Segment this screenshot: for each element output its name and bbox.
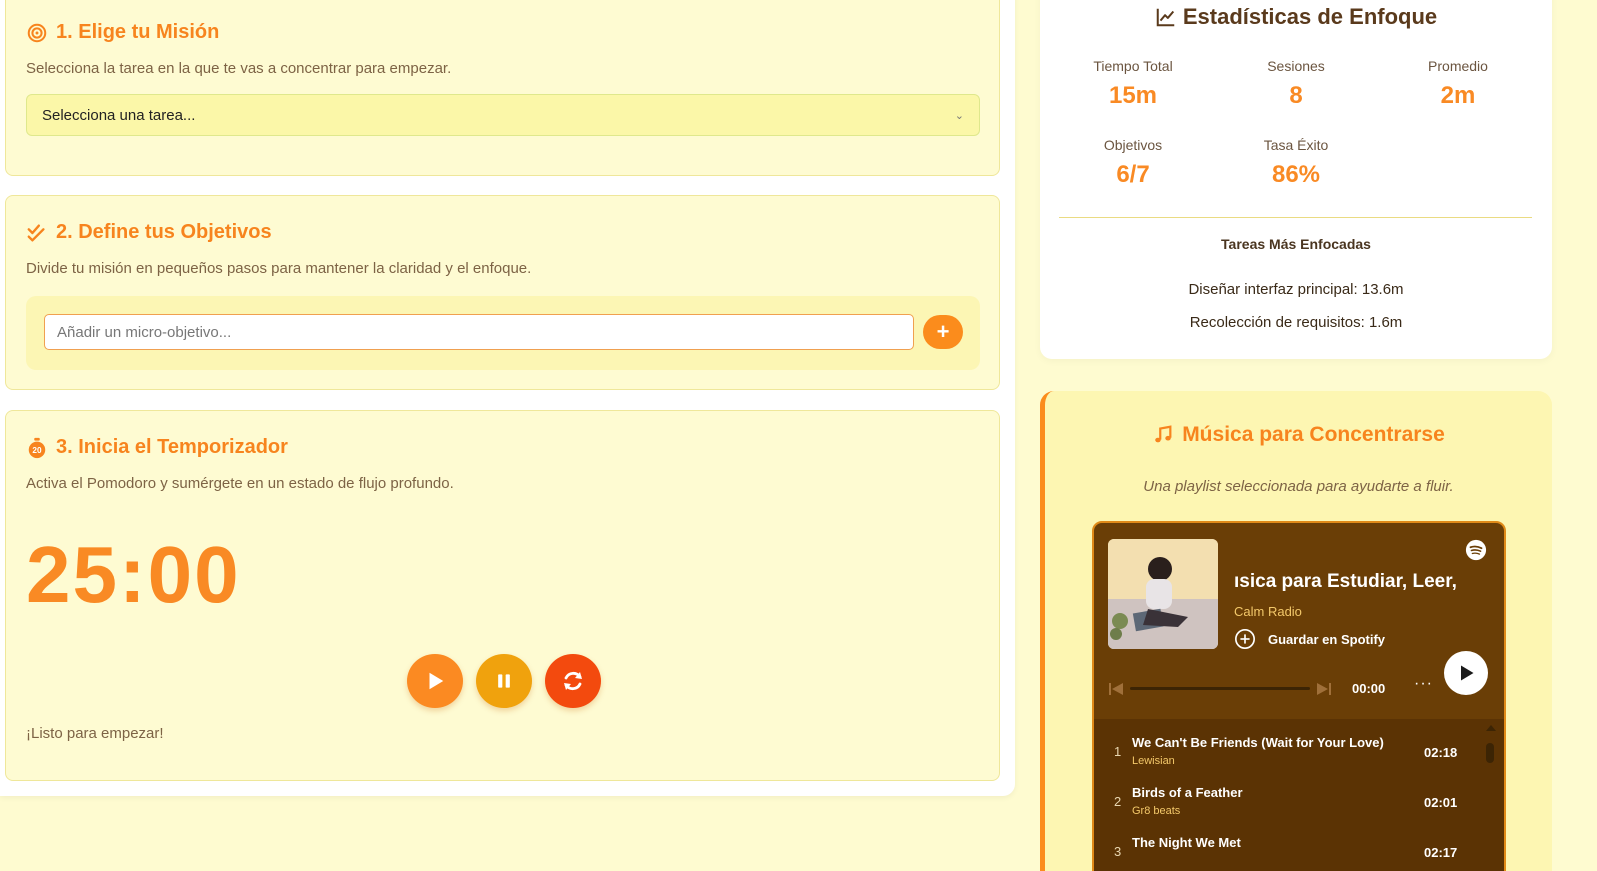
save-label: Guardar en Spotify: [1268, 631, 1386, 647]
save-to-spotify-button[interactable]: Guardar en Spotify: [1234, 628, 1385, 650]
track-row[interactable]: 1 We Can't Be Friends (Wait for Your Lov…: [1094, 727, 1494, 777]
music-note-icon: [1155, 425, 1172, 443]
track-duration: 02:01: [1424, 795, 1458, 810]
timer-heading: 20 3. Inicia el Temporizador: [26, 436, 288, 459]
timer-title: 3. Inicia el Temporizador: [56, 436, 288, 458]
mission-title: 1. Elige tu Misión: [56, 21, 220, 43]
mission-description: Selecciona la tarea en la que te vas a c…: [26, 60, 452, 77]
svg-text:20: 20: [32, 446, 42, 455]
play-icon: [429, 672, 444, 690]
spotify-player[interactable]: ısica para Estudiar, Leer, Calm Radio Gu…: [1092, 521, 1506, 871]
stat-label: Promedio: [1428, 58, 1488, 74]
track-name: We Can't Be Friends (Wait for Your Love): [1132, 735, 1384, 750]
objectives-card: 2. Define tus Objetivos Divide tu misión…: [5, 195, 1000, 390]
stats-title: Estadísticas de Enfoque: [1182, 4, 1438, 29]
skip-forward-icon[interactable]: [1316, 681, 1332, 697]
track-artist: Lewisian: [1132, 755, 1175, 767]
add-objective-button[interactable]: +: [923, 315, 963, 349]
objectives-heading: 2. Define tus Objetivos: [26, 221, 272, 244]
play-button[interactable]: [407, 654, 463, 708]
timer-status: ¡Listo para empezar!: [26, 725, 164, 742]
stat-value: 6/7: [1116, 161, 1150, 188]
stat-objectives: Objetivos 6/7: [1053, 137, 1213, 189]
track-number: 3: [1114, 844, 1122, 859]
progress-bar[interactable]: [1130, 687, 1310, 690]
stat-value: 8: [1289, 82, 1303, 109]
play-icon: [1461, 665, 1474, 681]
pause-button[interactable]: [476, 654, 532, 708]
pause-icon: [498, 674, 510, 688]
track-name: The Night We Met: [1132, 835, 1241, 850]
stat-label: Tiempo Total: [1093, 58, 1173, 74]
line-chart-icon: [1156, 8, 1175, 27]
stat-label: Objetivos: [1103, 137, 1163, 153]
stats-panel: Estadísticas de Enfoque Tiempo Total 15m…: [1040, 0, 1552, 359]
playlist-cover-image: [1108, 539, 1218, 649]
target-icon: [27, 23, 47, 42]
stat-value: 86%: [1271, 161, 1321, 188]
top-tasks-title: Tareas Más Enfocadas: [1221, 236, 1371, 252]
stat-label: Tasa Éxito: [1263, 137, 1329, 153]
stat-sessions: Sesiones 8: [1216, 58, 1376, 110]
playback-controls: 00:00 ···: [1108, 675, 1432, 698]
playlist-artist[interactable]: Calm Radio: [1234, 604, 1302, 619]
playlist-title[interactable]: ısica para Estudiar, Leer,: [1234, 571, 1494, 593]
track-duration: 02:18: [1424, 745, 1458, 760]
task-select-value: Selecciona una tarea...: [42, 106, 196, 124]
skip-back-icon[interactable]: [1108, 681, 1124, 697]
track-artist: Gr8 beats: [1132, 805, 1181, 817]
refresh-icon: [564, 671, 582, 691]
more-options-button[interactable]: ···: [1414, 675, 1433, 693]
music-panel: Música para Concentrarse Una playlist se…: [1040, 391, 1552, 871]
track-name: Birds of a Feather: [1132, 785, 1243, 800]
micro-objective-input[interactable]: [44, 314, 914, 350]
mission-card: 1. Elige tu Misión Selecciona la tarea e…: [5, 0, 1000, 176]
track-list: 1 We Can't Be Friends (Wait for Your Lov…: [1094, 719, 1504, 871]
track-row[interactable]: 3 The Night We Met 02:17: [1094, 827, 1494, 871]
track-number: 1: [1114, 744, 1122, 759]
stats-heading: Estadísticas de Enfoque: [1040, 4, 1552, 30]
timer-description: Activa el Pomodoro y sumérgete en un est…: [26, 475, 454, 492]
stat-total-time: Tiempo Total 15m: [1053, 58, 1213, 110]
track-row[interactable]: 2 Birds of a Feather Gr8 beats 02:01: [1094, 777, 1494, 827]
top-task-item: Recolección de requisitos: 1.6m: [1189, 314, 1403, 331]
stat-average: Promedio 2m: [1378, 58, 1538, 110]
objectives-description: Divide tu misión en pequeños pasos para …: [26, 260, 532, 277]
music-title: Música para Concentrarse: [1182, 423, 1445, 446]
chevron-down-icon: ⌄: [954, 109, 964, 122]
scrollbar-thumb[interactable]: [1486, 743, 1494, 763]
plus-circle-icon: [1235, 629, 1255, 649]
timer-card: 20 3. Inicia el Temporizador Activa el P…: [5, 410, 1000, 781]
double-check-icon: [27, 223, 45, 242]
timer-display: 25:00: [26, 530, 241, 619]
main-panel: 1. Elige tu Misión Selecciona la tarea e…: [0, 0, 1015, 796]
stat-value: 2m: [1440, 82, 1476, 109]
task-select[interactable]: Selecciona una tarea... ⌄: [26, 94, 980, 136]
objectives-title: 2. Define tus Objetivos: [56, 221, 272, 243]
reset-button[interactable]: [545, 654, 601, 708]
top-task-item: Diseñar interfaz principal: 13.6m: [1188, 281, 1404, 298]
track-duration: 02:17: [1424, 845, 1458, 860]
scroll-up-arrow[interactable]: [1486, 725, 1496, 731]
stat-success-rate: Tasa Éxito 86%: [1216, 137, 1376, 189]
playback-time: 00:00: [1352, 681, 1386, 696]
mission-heading: 1. Elige tu Misión: [26, 21, 219, 44]
spotify-icon[interactable]: [1465, 539, 1487, 561]
goal-input-wrapper: +: [26, 296, 980, 370]
music-subtitle: Una playlist seleccionada para ayudarte …: [1143, 478, 1454, 495]
stat-label: Sesiones: [1267, 58, 1325, 74]
music-heading: Música para Concentrarse: [1045, 423, 1552, 447]
stat-value: 15m: [1108, 82, 1158, 109]
player-play-button[interactable]: [1444, 651, 1488, 695]
stats-divider: [1059, 217, 1532, 218]
track-number: 2: [1114, 794, 1122, 809]
stopwatch-icon: 20: [28, 437, 46, 458]
